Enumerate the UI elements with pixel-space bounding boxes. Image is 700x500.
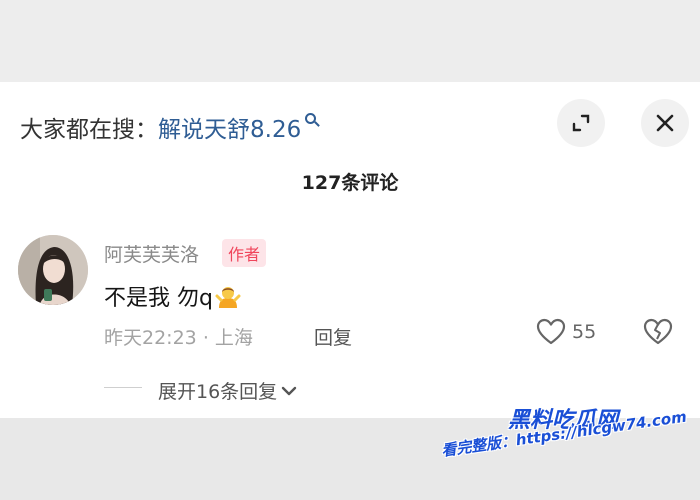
like-button[interactable]: 55 bbox=[536, 318, 596, 346]
replies-divider bbox=[104, 387, 142, 388]
search-suggestion-prefix: 大家都在搜： bbox=[20, 117, 158, 143]
author-badge: 作者 bbox=[222, 239, 267, 267]
avatar-image bbox=[18, 235, 88, 305]
expand-button[interactable] bbox=[557, 99, 605, 147]
broken-heart-icon bbox=[643, 318, 673, 345]
author-name[interactable]: 阿芙芙芙洛 bbox=[104, 240, 199, 267]
comment-text: 不是我 勿q bbox=[104, 280, 241, 312]
comment-count: 127条评论 bbox=[301, 172, 399, 194]
dislike-button[interactable] bbox=[642, 318, 674, 350]
top-background bbox=[0, 0, 700, 82]
watermark: 黑料吃瓜网 看完整版：https://hlcgw74.com bbox=[440, 398, 700, 488]
search-suggestion-query[interactable]: 解说天舒8.26 bbox=[158, 117, 301, 143]
close-icon bbox=[656, 114, 674, 132]
expand-replies-label: 展开16条回复 bbox=[158, 381, 278, 403]
meta-separator: · bbox=[202, 327, 209, 349]
chevron-down-icon bbox=[281, 386, 297, 396]
reply-button[interactable]: 回复 bbox=[314, 323, 352, 350]
comment-meta: 昨天22:23 · 上海 bbox=[104, 323, 253, 350]
like-count: 55 bbox=[572, 321, 597, 343]
comment-panel: 大家都在搜：解说天舒8.26 127条评论 阿芙芙芙洛 作者 不是我 勿q 昨天… bbox=[0, 82, 700, 418]
comment-body: 不是我 勿q bbox=[104, 286, 213, 311]
comment-time: 昨天22:23 bbox=[104, 327, 197, 349]
avatar[interactable] bbox=[18, 235, 88, 305]
expand-replies-button[interactable]: 展开16条回复 bbox=[158, 377, 297, 404]
expand-icon bbox=[572, 114, 590, 132]
heart-icon bbox=[536, 318, 566, 345]
close-button[interactable] bbox=[641, 99, 689, 147]
comment-location: 上海 bbox=[214, 327, 253, 349]
search-icon[interactable] bbox=[305, 113, 321, 127]
person-gesturing-shrug-emoji bbox=[215, 287, 241, 308]
search-suggestion[interactable]: 大家都在搜：解说天舒8.26 bbox=[20, 110, 321, 144]
